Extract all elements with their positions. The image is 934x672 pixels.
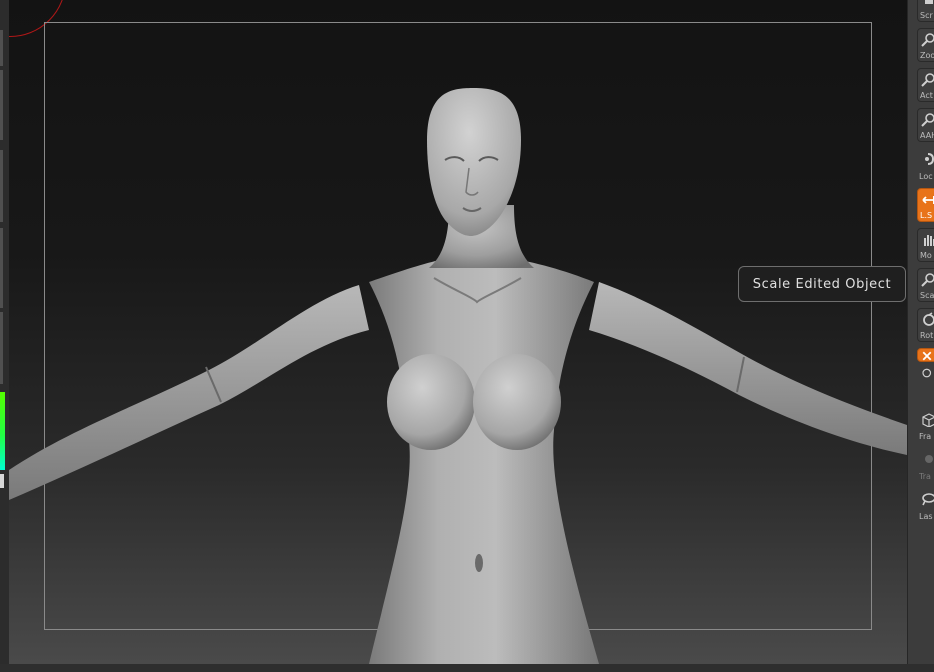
aahalf-label: AAH	[920, 131, 934, 140]
zoom-icon	[921, 33, 934, 47]
left-shelf-segment[interactable]	[0, 150, 3, 222]
local-symmetry-label: L.S	[920, 211, 933, 220]
model-right-arm	[589, 282, 907, 455]
left-shelf-segment[interactable]	[0, 228, 3, 308]
scale-tooltip: Scale Edited Object	[738, 266, 906, 302]
sculpt-model[interactable]	[9, 0, 907, 664]
move-label: Mo	[920, 251, 932, 260]
left-shelf-segment[interactable]	[0, 30, 3, 66]
aahalf-button[interactable]: AAH	[917, 108, 934, 142]
rotate-icon	[923, 312, 934, 326]
frame-icon	[922, 413, 934, 427]
local-icon	[925, 153, 934, 165]
model-breast-right	[473, 354, 561, 450]
aahalf-icon	[921, 113, 934, 127]
local-button[interactable]: Loc	[917, 148, 934, 182]
local-symmetry-icon	[922, 196, 934, 204]
scale-label: Sca	[920, 291, 934, 300]
transp-label: Tra	[919, 472, 931, 481]
model-left-arm	[9, 285, 369, 500]
rotate-label: Rot	[920, 331, 934, 340]
scroll-icon	[925, 0, 933, 4]
move-hand-icon	[924, 235, 934, 246]
scroll-label: Scr	[920, 11, 933, 20]
left-shelf	[0, 0, 9, 672]
scale-icon	[921, 273, 934, 287]
left-shelf-segment[interactable]	[0, 70, 3, 140]
scale-button[interactable]: Sca	[917, 268, 934, 302]
model-breast-left	[387, 354, 475, 450]
zoom-button[interactable]: Zoo	[917, 28, 934, 62]
lasso-label: Las	[919, 512, 933, 521]
lasso-icon	[922, 493, 934, 506]
right-tool-shelf: Scr Zoo Act AAH Loc L.S Mo Sca Rot	[907, 0, 934, 672]
transp-button[interactable]: Tra	[917, 448, 934, 482]
pivot-icon	[922, 368, 932, 378]
document-canvas[interactable]	[9, 0, 907, 664]
lasso-button[interactable]: Las	[917, 488, 934, 522]
secondary-color-swatch[interactable]	[0, 474, 4, 488]
local-symmetry-button[interactable]: L.S	[917, 188, 934, 222]
pivot-button[interactable]	[917, 366, 934, 380]
transp-icon	[925, 455, 933, 463]
actual-label: Act	[920, 91, 933, 100]
left-shelf-segment[interactable]	[0, 312, 3, 384]
actual-icon	[921, 73, 934, 87]
xyz-button[interactable]	[917, 348, 934, 362]
color-picker-swatch[interactable]	[0, 392, 5, 470]
model-torso	[369, 258, 599, 664]
frame-button[interactable]: Fra	[917, 408, 934, 442]
move-button[interactable]: Mo	[917, 228, 934, 262]
rotate-button[interactable]: Rot	[917, 308, 934, 342]
bottom-bar	[0, 664, 934, 672]
local-label: Loc	[919, 172, 933, 181]
actual-button[interactable]: Act	[917, 68, 934, 102]
zoom-label: Zoo	[920, 51, 934, 60]
xyz-icon	[922, 351, 932, 361]
frame-label: Fra	[919, 432, 932, 441]
scroll-button[interactable]: Scr	[917, 0, 934, 22]
model-navel	[475, 554, 483, 572]
